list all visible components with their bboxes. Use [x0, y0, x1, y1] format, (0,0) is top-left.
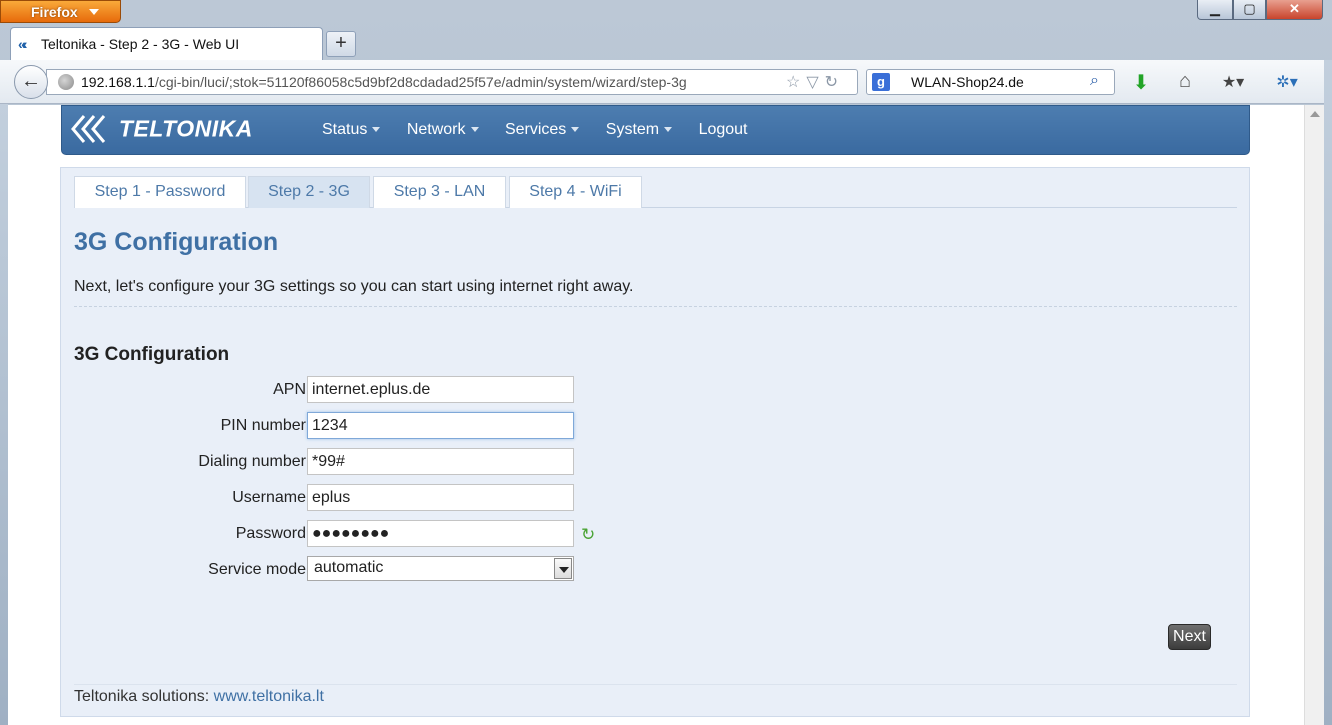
chevron-down-icon [664, 127, 673, 133]
username-label: Username [232, 489, 306, 506]
search-value: WLAN-Shop24.de [911, 74, 1024, 90]
maximize-button[interactable]: ▢ [1233, 0, 1266, 20]
service-mode-row: Service mode automatic [61, 556, 661, 584]
footer: Teltonika solutions: www.teltonika.lt [74, 688, 324, 706]
teltonika-logo-mark-icon [71, 115, 106, 143]
next-button[interactable]: Next [1168, 624, 1211, 650]
menu-network-label: Network [406, 121, 466, 138]
menu-services[interactable]: Services [504, 121, 580, 139]
firefox-menu-label: Firefox [31, 4, 78, 20]
window-left-border [0, 104, 8, 725]
window-right-border [1324, 60, 1332, 725]
apn-row: APN [61, 376, 661, 404]
username-field[interactable] [307, 484, 574, 511]
pin-field[interactable] [307, 412, 574, 439]
vertical-scrollbar[interactable] [1304, 105, 1324, 725]
chevron-down-icon[interactable] [554, 558, 572, 579]
menu-services-label: Services [504, 121, 567, 138]
menu-logout-label: Logout [698, 121, 748, 138]
site-identity-icon[interactable] [58, 74, 74, 90]
chevron-down-icon [470, 127, 479, 133]
teltonika-favicon-icon: «‹ [18, 36, 27, 52]
service-mode-value: automatic [314, 559, 384, 576]
dialing-number-label: Dialing number [198, 453, 306, 470]
menu-network[interactable]: Network [407, 121, 479, 139]
history-dropdown-icon[interactable]: ▽ [806, 74, 824, 91]
google-search-engine-icon[interactable]: g [872, 73, 890, 91]
page-title: 3G Configuration [74, 228, 279, 256]
back-arrow-icon: ← [21, 70, 41, 92]
tab-step-1-password[interactable]: Step 1 - Password [74, 176, 246, 208]
menu-status[interactable]: Status [322, 121, 381, 139]
download-icon[interactable]: ⬇ [1126, 70, 1156, 95]
url-path: /cgi-bin/luci/;stok=51120f86058c5d9bf2d8… [154, 74, 687, 90]
menu-system[interactable]: System [605, 121, 673, 139]
chevron-down-icon [89, 9, 99, 15]
footer-divider [74, 684, 1237, 685]
username-row: Username [61, 484, 661, 512]
tab-step-2-3g[interactable]: Step 2 - 3G [248, 176, 370, 208]
service-mode-label: Service mode [208, 561, 306, 578]
minimize-button[interactable]: ▁ [1197, 0, 1233, 20]
search-icon[interactable]: ⌕ [1090, 72, 1099, 90]
browser-tab[interactable]: «‹ Teltonika - Step 2 - 3G - Web UI [10, 27, 323, 61]
menu-logout[interactable]: Logout [699, 121, 748, 139]
navigation-toolbar: 192.168.1.1/cgi-bin/luci/;stok=51120f860… [0, 60, 1332, 104]
reveal-password-icon[interactable]: ↻ [581, 525, 595, 545]
page-viewport: TELTONIKA Status Network Services System… [8, 105, 1304, 725]
close-window-button[interactable]: ✕ [1266, 0, 1323, 20]
chevron-down-icon [571, 127, 580, 133]
service-mode-select[interactable]: automatic [307, 556, 574, 581]
menu-status-label: Status [322, 121, 368, 138]
chevron-down-icon [372, 127, 381, 133]
url-bar-actions: ☆▽↻ [786, 72, 844, 92]
scroll-up-arrow-icon[interactable] [1310, 111, 1320, 117]
divider [74, 306, 1237, 307]
url-host: 192.168.1.1 [81, 74, 155, 90]
logo-text: TELTONIKA [118, 115, 253, 142]
intro-text: Next, let's configure your 3G settings s… [74, 278, 634, 295]
tab-step-3-lan[interactable]: Step 3 - LAN [373, 176, 506, 208]
bookmarks-menu-icon[interactable]: ★▾ [1218, 72, 1248, 92]
section-title: 3G Configuration [74, 344, 230, 365]
apn-field[interactable] [307, 376, 574, 403]
teltonika-website-link[interactable]: www.teltonika.lt [214, 688, 324, 705]
dialing-number-row: Dialing number [61, 448, 661, 476]
dialing-number-field[interactable] [307, 448, 574, 475]
home-icon[interactable]: ⌂ [1170, 70, 1200, 93]
teltonika-header: TELTONIKA Status Network Services System… [61, 105, 1250, 155]
extension-icon[interactable]: ✲▾ [1272, 72, 1302, 92]
search-bar[interactable]: WLAN-Shop24.de [866, 69, 1115, 95]
password-field[interactable] [307, 520, 574, 547]
back-button[interactable]: ← [14, 65, 48, 99]
menu-system-label: System [605, 121, 660, 138]
browser-window: Firefox ▁ ▢ ✕ «‹ Teltonika - Step 2 - 3G… [0, 0, 1332, 725]
pin-label: PIN number [220, 417, 306, 434]
teltonika-logo[interactable]: TELTONIKA [70, 112, 253, 148]
password-row: Password ↻ [61, 520, 661, 548]
main-menu: Status Network Services System Logout [322, 121, 770, 139]
new-tab-button[interactable]: + [326, 31, 356, 57]
apn-label: APN [273, 381, 306, 398]
pin-row: PIN number [61, 412, 661, 440]
tab-title: Teltonika - Step 2 - 3G - Web UI [41, 36, 240, 52]
footer-text: Teltonika solutions: [74, 688, 214, 705]
wizard-tabs: Step 1 - Password Step 2 - 3G Step 3 - L… [74, 176, 1237, 208]
reload-icon[interactable]: ↻ [825, 74, 844, 91]
password-label: Password [235, 525, 306, 542]
tab-step-4-wifi[interactable]: Step 4 - WiFi [509, 176, 642, 208]
wizard-panel: Step 1 - Password Step 2 - 3G Step 3 - L… [60, 167, 1250, 717]
firefox-menu-button[interactable]: Firefox [0, 0, 121, 23]
bookmark-star-icon[interactable]: ☆ [786, 74, 806, 91]
url-bar[interactable]: 192.168.1.1/cgi-bin/luci/;stok=51120f860… [46, 69, 858, 95]
